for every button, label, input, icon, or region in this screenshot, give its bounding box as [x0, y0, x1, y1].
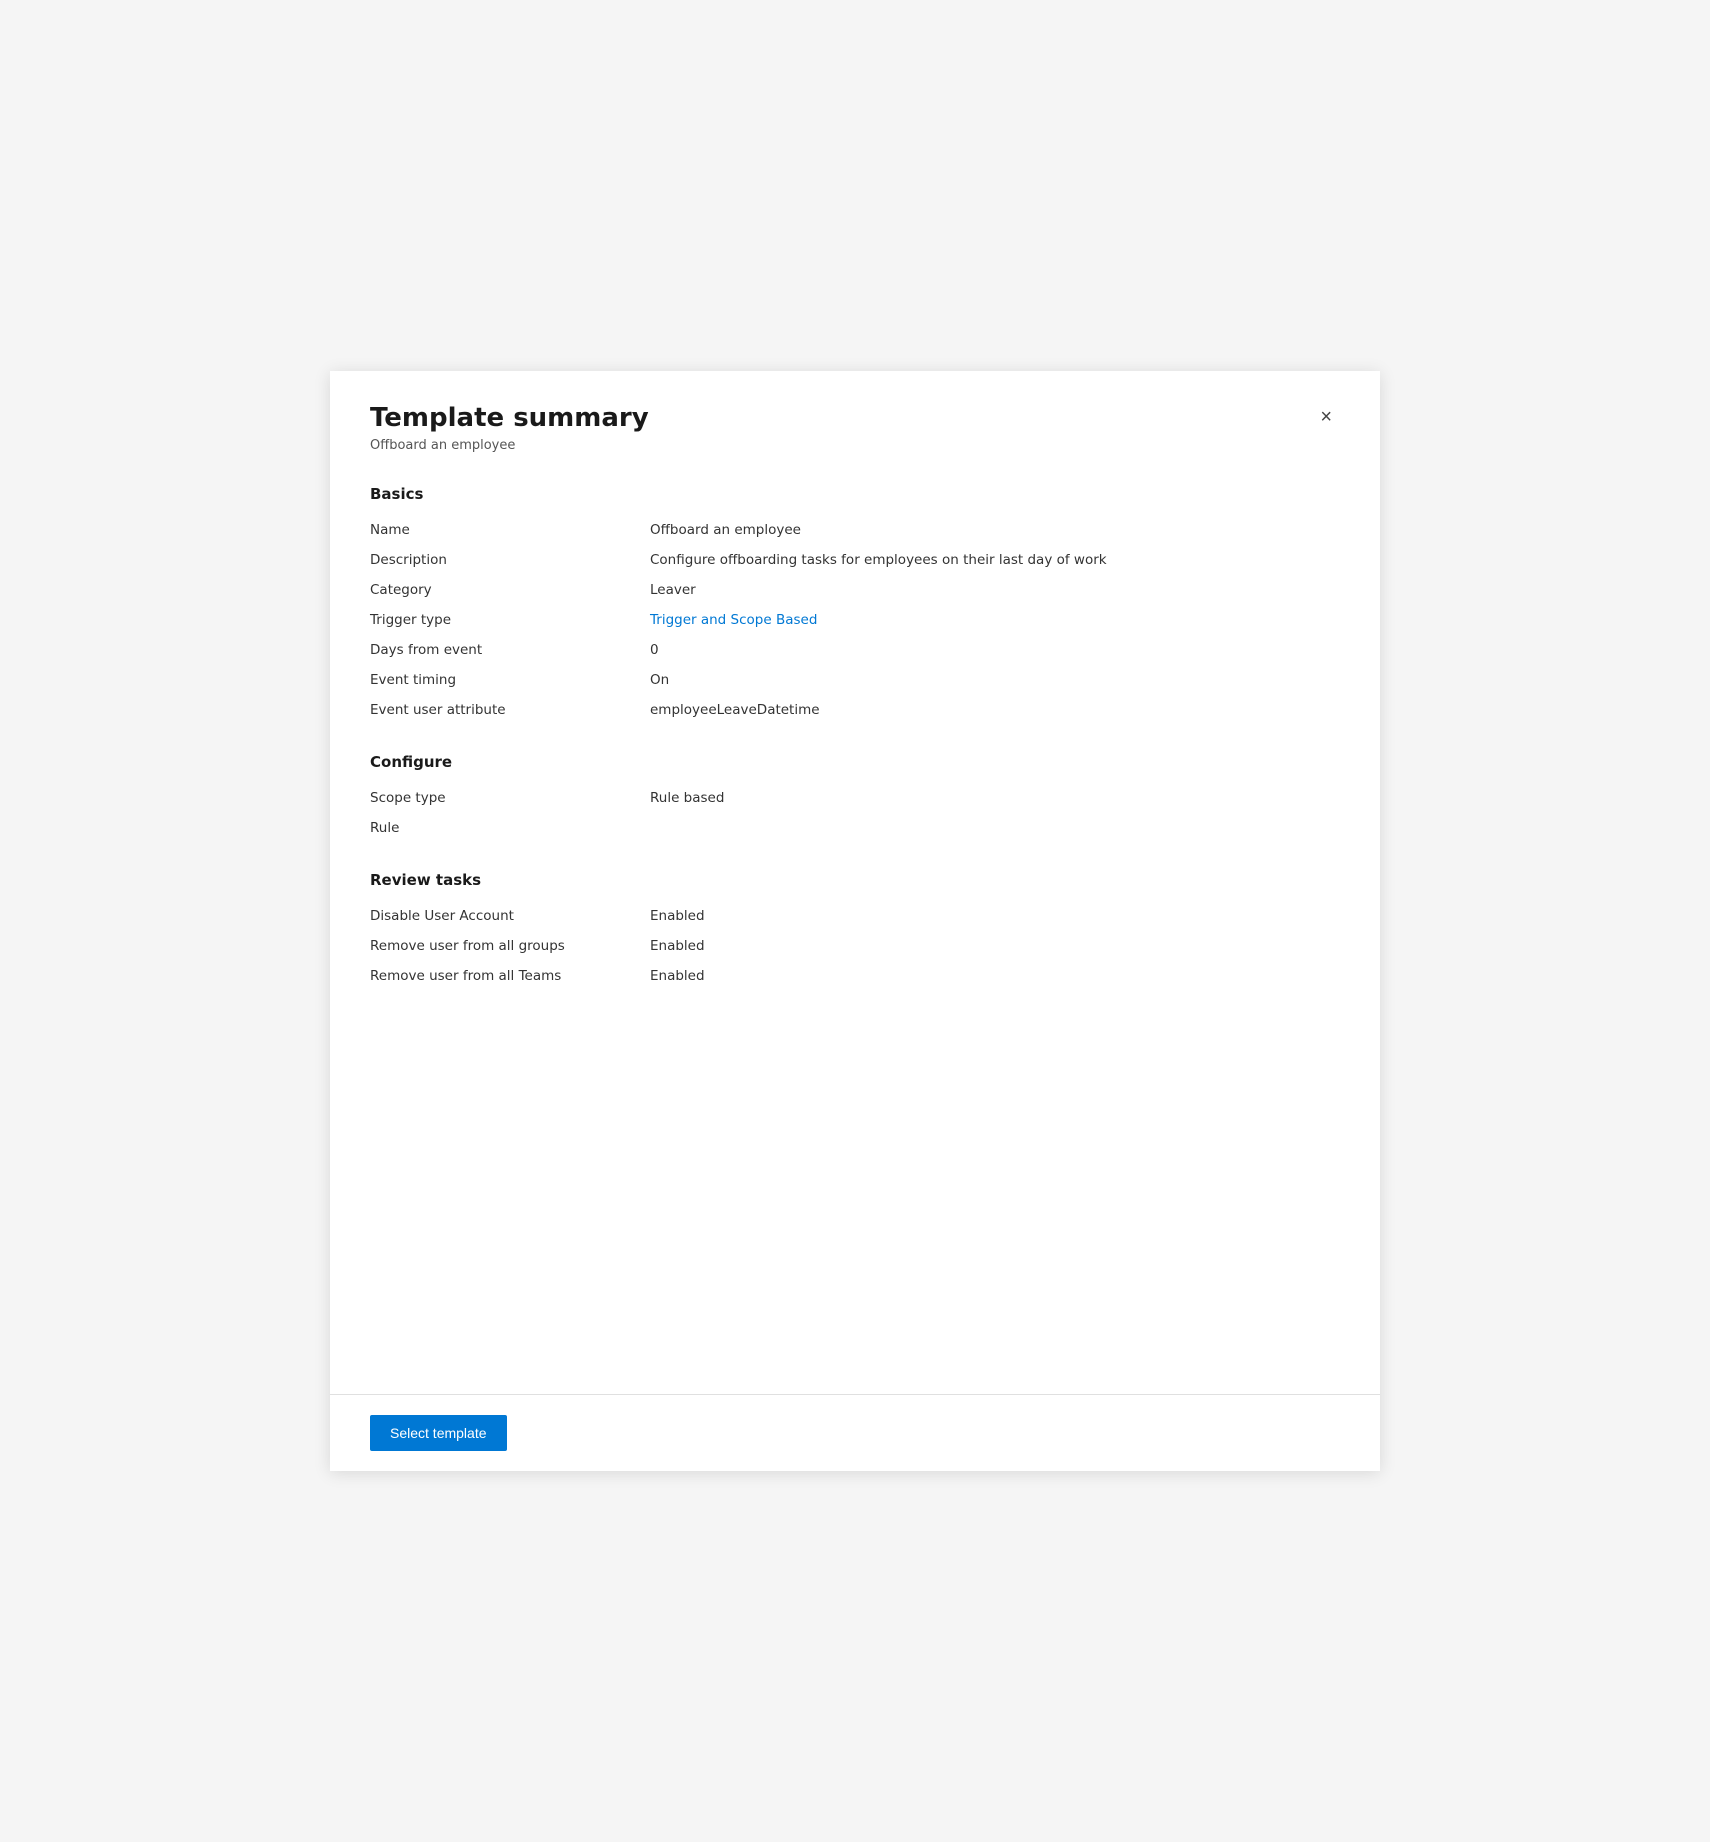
field-label-category: Category	[370, 582, 650, 598]
field-value-name: Offboard an employee	[650, 522, 801, 538]
field-category: Category Leaver	[370, 575, 1340, 605]
field-label-rule: Rule	[370, 820, 650, 836]
panel-header: Template summary Offboard an employee ×	[370, 403, 1340, 453]
field-event-user-attribute: Event user attribute employeeLeaveDateti…	[370, 695, 1340, 725]
field-label-remove-user-groups: Remove user from all groups	[370, 938, 650, 954]
basics-heading: Basics	[370, 485, 1340, 503]
select-template-button[interactable]: Select template	[370, 1415, 507, 1451]
panel-footer: Select template	[330, 1394, 1380, 1471]
field-name: Name Offboard an employee	[370, 515, 1340, 545]
field-value-event-timing: On	[650, 672, 669, 688]
title-block: Template summary Offboard an employee	[370, 403, 649, 453]
field-label-name: Name	[370, 522, 650, 538]
field-label-trigger-type: Trigger type	[370, 612, 650, 628]
field-label-remove-user-teams: Remove user from all Teams	[370, 968, 650, 984]
field-value-description: Configure offboarding tasks for employee…	[650, 552, 1107, 568]
field-days-from-event: Days from event 0	[370, 635, 1340, 665]
panel-title: Template summary	[370, 403, 649, 434]
field-scope-type: Scope type Rule based	[370, 783, 1340, 813]
field-trigger-type: Trigger type Trigger and Scope Based	[370, 605, 1340, 635]
template-summary-panel: Template summary Offboard an employee × …	[330, 371, 1380, 1471]
field-value-trigger-type: Trigger and Scope Based	[650, 612, 817, 628]
field-remove-user-teams: Remove user from all Teams Enabled	[370, 961, 1340, 991]
field-label-disable-user-account: Disable User Account	[370, 908, 650, 924]
field-label-event-timing: Event timing	[370, 672, 650, 688]
field-label-days-from-event: Days from event	[370, 642, 650, 658]
field-label-description: Description	[370, 552, 650, 568]
field-value-event-user-attribute: employeeLeaveDatetime	[650, 702, 820, 718]
field-label-scope-type: Scope type	[370, 790, 650, 806]
field-value-scope-type: Rule based	[650, 790, 724, 806]
field-value-remove-user-teams: Enabled	[650, 968, 705, 984]
configure-heading: Configure	[370, 753, 1340, 771]
field-value-days-from-event: 0	[650, 642, 659, 658]
field-rule: Rule	[370, 813, 1340, 843]
field-value-category: Leaver	[650, 582, 696, 598]
field-disable-user-account: Disable User Account Enabled	[370, 901, 1340, 931]
field-remove-user-groups: Remove user from all groups Enabled	[370, 931, 1340, 961]
field-value-disable-user-account: Enabled	[650, 908, 705, 924]
review-tasks-heading: Review tasks	[370, 871, 1340, 889]
field-description: Description Configure offboarding tasks …	[370, 545, 1340, 575]
close-button[interactable]: ×	[1312, 403, 1340, 431]
field-label-event-user-attribute: Event user attribute	[370, 702, 650, 718]
field-value-remove-user-groups: Enabled	[650, 938, 705, 954]
field-event-timing: Event timing On	[370, 665, 1340, 695]
panel-subtitle: Offboard an employee	[370, 438, 649, 453]
